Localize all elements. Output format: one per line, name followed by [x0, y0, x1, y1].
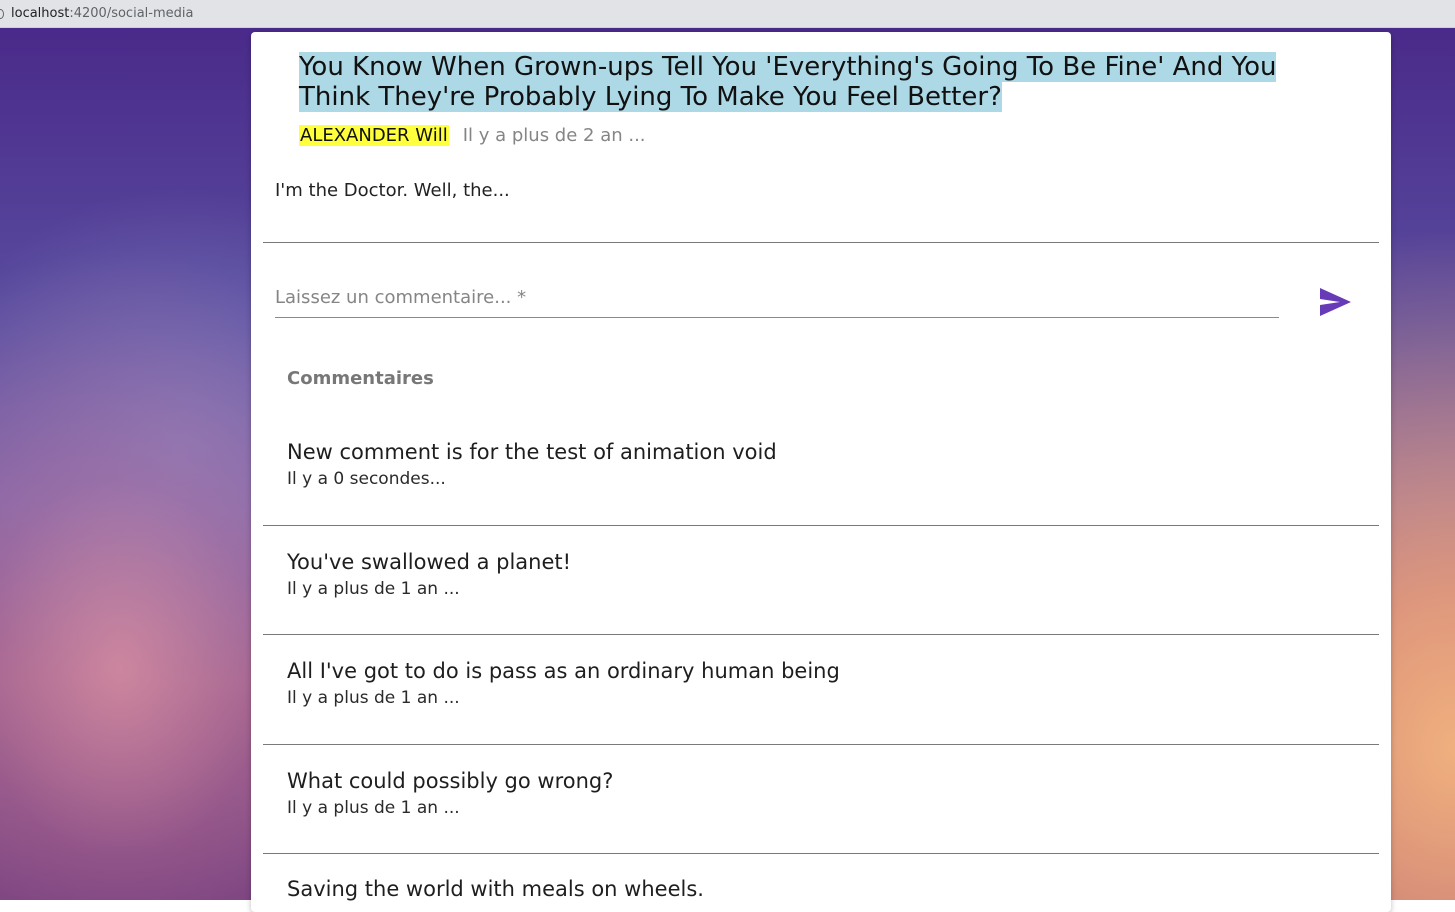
comment-item: You've swallowed a planet! Il y a plus d… — [287, 547, 1367, 601]
comment-field[interactable] — [275, 282, 1279, 318]
post-meta: ALEXANDER Will Il y a plus de 2 an ... — [299, 123, 646, 149]
send-icon — [1320, 288, 1351, 316]
site-info-icon[interactable] — [0, 9, 4, 19]
browser-address-bar[interactable]: localhost:4200/social-media — [0, 0, 1455, 28]
post-title-text: You Know When Grown-ups Tell You 'Everyt… — [299, 52, 1277, 112]
post-title: You Know When Grown-ups Tell You 'Everyt… — [299, 52, 1339, 112]
post-date: Il y a plus de 2 an ... — [462, 125, 646, 146]
comment-item: What could possibly go wrong? Il y a plu… — [287, 766, 1367, 820]
comment-item: New comment is for the test of animation… — [287, 437, 1367, 491]
comment-date: Il y a plus de 1 an ... — [287, 688, 460, 708]
comment-text: All I've got to do is pass as an ordinar… — [287, 659, 840, 683]
url-path: :4200/social-media — [69, 6, 194, 21]
comments-heading: Commentaires — [287, 368, 434, 389]
comment-divider — [263, 853, 1379, 854]
address-url[interactable]: localhost:4200/social-media — [11, 0, 193, 28]
comment-text: You've swallowed a planet! — [287, 550, 572, 574]
divider — [263, 242, 1379, 243]
post-author: ALEXANDER Will — [299, 125, 449, 146]
comment-date: Il y a plus de 1 an ... — [287, 579, 460, 599]
comment-date: Il y a plus de 1 an ... — [287, 798, 460, 818]
comment-divider — [263, 525, 1379, 526]
comment-divider — [263, 744, 1379, 745]
url-host: localhost — [11, 6, 70, 21]
comment-text: What could possibly go wrong? — [287, 769, 614, 793]
comment-divider — [263, 634, 1379, 635]
send-comment-button[interactable] — [1315, 284, 1355, 324]
comment-item: All I've got to do is pass as an ordinar… — [287, 656, 1367, 710]
comment-text: New comment is for the test of animation… — [287, 440, 777, 464]
post-card: You Know When Grown-ups Tell You 'Everyt… — [251, 32, 1391, 912]
comment-input[interactable] — [275, 282, 1279, 312]
comment-date: Il y a 0 secondes... — [287, 469, 446, 489]
post-excerpt: I'm the Doctor. Well, the... — [275, 180, 510, 201]
